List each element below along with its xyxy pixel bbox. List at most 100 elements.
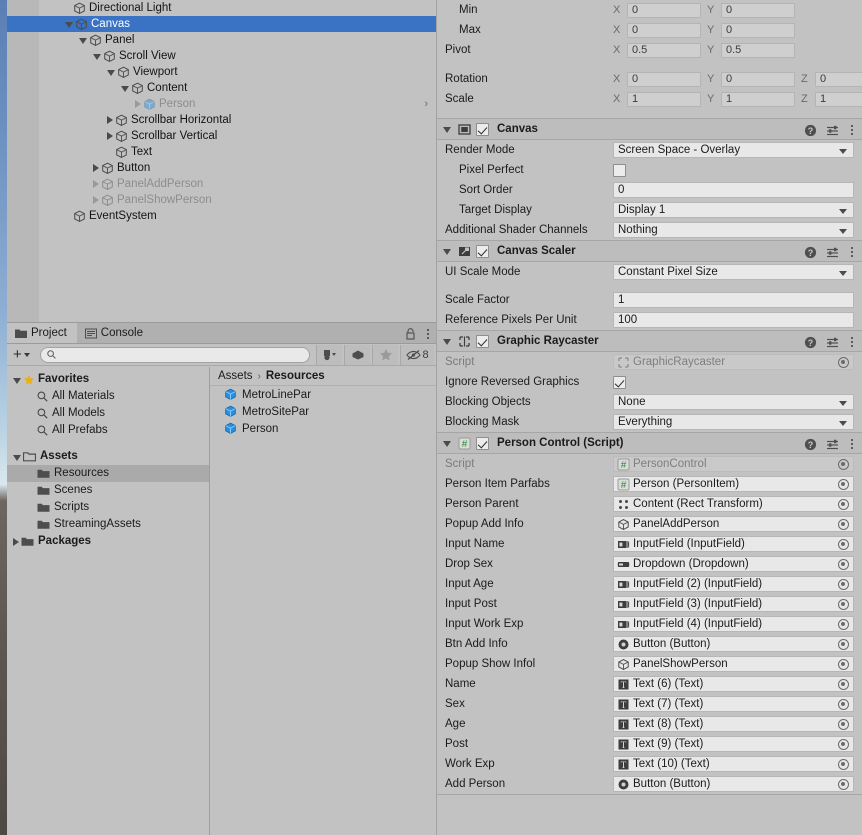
- component-menu-icon[interactable]: [848, 337, 856, 347]
- project-tree-item-assets[interactable]: Assets: [7, 448, 209, 465]
- property-row-age[interactable]: Age T Text (8) (Text): [437, 714, 862, 734]
- hierarchy-item-scrollbar-horizontal[interactable]: Scrollbar Horizontal: [7, 112, 436, 128]
- help-icon[interactable]: ?: [804, 124, 817, 137]
- expand-triangle-closed-icon[interactable]: [93, 164, 99, 172]
- tab-console[interactable]: Console: [77, 323, 153, 343]
- property-row-script[interactable]: Script # PersonControl: [437, 454, 862, 474]
- component-header-actions[interactable]: ?: [804, 331, 856, 353]
- vector-field-group[interactable]: X0Y0: [613, 2, 862, 18]
- property-dropdown[interactable]: Screen Space - Overlay: [613, 142, 854, 158]
- property-object-field[interactable]: # Person (PersonItem): [613, 476, 854, 492]
- property-row-rotation[interactable]: Rotation X 0 Y 0 Z 0: [437, 69, 862, 89]
- expand-triangle-open-icon[interactable]: [13, 377, 21, 384]
- property-dropdown[interactable]: Nothing: [613, 222, 854, 238]
- property-row-add-person[interactable]: Add Person Button (Button): [437, 774, 862, 794]
- breadcrumb[interactable]: Assets › Resources: [210, 367, 436, 386]
- expand-triangle-open-icon[interactable]: [443, 441, 451, 447]
- object-picker-icon[interactable]: [838, 559, 849, 570]
- project-panel[interactable]: Project Console + 8 Favorites All Materi…: [7, 322, 436, 835]
- project-tree-item-packages[interactable]: Packages: [7, 533, 209, 550]
- prefab-open-chevron-icon[interactable]: ›: [424, 96, 428, 112]
- object-picker-icon[interactable]: [838, 759, 849, 770]
- property-object-field[interactable]: GraphicRaycaster: [613, 354, 854, 370]
- preset-icon[interactable]: [826, 438, 839, 451]
- property-row-person-item-parfabs[interactable]: Person Item Parfabs # Person (PersonItem): [437, 474, 862, 494]
- property-row-post[interactable]: Post T Text (9) (Text): [437, 734, 862, 754]
- hierarchy-item-panelshowperson[interactable]: PanelShowPerson: [7, 192, 436, 208]
- property-row-name[interactable]: Name T Text (6) (Text): [437, 674, 862, 694]
- property-row-pivot[interactable]: Pivot X 0.5 Y 0.5: [437, 40, 862, 60]
- numeric-input-y[interactable]: 0: [721, 22, 795, 38]
- property-row-ignore-reversed-graphics[interactable]: Ignore Reversed Graphics: [437, 372, 862, 392]
- hierarchy-item-text[interactable]: Text: [7, 144, 436, 160]
- numeric-input-x[interactable]: 1: [627, 91, 701, 107]
- component-menu-icon[interactable]: [848, 125, 856, 135]
- property-object-field[interactable]: T Text (9) (Text): [613, 736, 854, 752]
- expand-triangle-open-icon[interactable]: [121, 86, 129, 92]
- property-object-field[interactable]: PanelAddPerson: [613, 516, 854, 532]
- object-picker-icon[interactable]: [838, 699, 849, 710]
- property-row-additional-shader-channels[interactable]: Additional Shader Channels Nothing: [437, 220, 862, 240]
- property-row-blocking-mask[interactable]: Blocking Mask Everything: [437, 412, 862, 432]
- vector-field-group[interactable]: X1Y1Z1: [613, 91, 862, 107]
- property-object-field[interactable]: InputField (4) (InputField): [613, 616, 854, 632]
- asset-item-person[interactable]: Person: [210, 420, 436, 437]
- help-icon[interactable]: ?: [804, 336, 817, 349]
- hierarchy-item-person[interactable]: Person ›: [7, 96, 436, 112]
- project-toolbar[interactable]: + 8: [7, 344, 436, 366]
- numeric-input-y[interactable]: 0: [721, 71, 795, 87]
- expand-triangle-open-icon[interactable]: [443, 249, 451, 255]
- numeric-input-x[interactable]: 0: [627, 22, 701, 38]
- component-menu-icon[interactable]: [848, 247, 856, 257]
- vector-field-group[interactable]: X0Y0Z0: [613, 71, 862, 87]
- property-row-max[interactable]: Max X 0 Y 0: [437, 20, 862, 40]
- property-text-input[interactable]: 1: [613, 292, 854, 308]
- project-tree-item-favorites[interactable]: Favorites: [7, 371, 209, 388]
- hierarchy-item-panel[interactable]: Panel: [7, 32, 436, 48]
- object-picker-icon[interactable]: [838, 639, 849, 650]
- object-picker-icon[interactable]: [838, 357, 849, 368]
- expand-triangle-closed-icon[interactable]: [107, 132, 113, 140]
- property-object-field[interactable]: T Text (6) (Text): [613, 676, 854, 692]
- property-row-blocking-objects[interactable]: Blocking Objects None: [437, 392, 862, 412]
- property-row-popup-show-infol[interactable]: Popup Show Infol PanelShowPerson: [437, 654, 862, 674]
- component-enabled-checkbox[interactable]: [476, 244, 489, 258]
- help-icon[interactable]: ?: [804, 438, 817, 451]
- component-header-actions[interactable]: ?: [804, 241, 856, 263]
- property-checkbox[interactable]: [613, 375, 626, 389]
- component-enabled-checkbox[interactable]: [476, 436, 489, 450]
- property-object-field[interactable]: Dropdown (Dropdown): [613, 556, 854, 572]
- property-row-drop-sex[interactable]: Drop Sex Dropdown (Dropdown): [437, 554, 862, 574]
- numeric-input-z[interactable]: 1: [815, 91, 862, 107]
- hierarchy-item-scroll-view[interactable]: Scroll View: [7, 48, 436, 64]
- expand-triangle-open-icon[interactable]: [65, 22, 73, 28]
- hierarchy-panel[interactable]: Directional Light Canvas Panel Scroll View V…: [7, 0, 436, 322]
- component-header-person-control-script[interactable]: # Person Control (Script)?: [437, 432, 862, 454]
- project-tree[interactable]: Favorites All Materials All Models All Pref…: [7, 367, 210, 835]
- property-row-render-mode[interactable]: Render Mode Screen Space - Overlay: [437, 140, 862, 160]
- breadcrumb-root[interactable]: Assets: [218, 370, 253, 382]
- property-row-popup-add-info[interactable]: Popup Add Info PanelAddPerson: [437, 514, 862, 534]
- property-row-min[interactable]: Min X 0 Y 0: [437, 0, 862, 20]
- property-text-input[interactable]: 100: [613, 312, 854, 328]
- project-tree-item-scripts[interactable]: Scripts: [7, 499, 209, 516]
- property-object-field[interactable]: InputField (2) (InputField): [613, 576, 854, 592]
- component-header-actions[interactable]: ?: [804, 119, 856, 141]
- object-picker-icon[interactable]: [838, 519, 849, 530]
- property-object-field[interactable]: PanelShowPerson: [613, 656, 854, 672]
- property-object-field[interactable]: InputField (3) (InputField): [613, 596, 854, 612]
- property-dropdown[interactable]: Everything: [613, 414, 854, 430]
- expand-triangle-closed-icon[interactable]: [13, 537, 19, 546]
- numeric-input-y[interactable]: 0: [721, 2, 795, 18]
- expand-triangle-closed-icon[interactable]: [93, 196, 99, 204]
- expand-triangle-open-icon[interactable]: [79, 38, 87, 44]
- hierarchy-item-button[interactable]: Button: [7, 160, 436, 176]
- expand-triangle-open-icon[interactable]: [93, 54, 101, 60]
- hierarchy-item-eventsystem[interactable]: EventSystem: [7, 208, 436, 224]
- property-row-pixel-perfect[interactable]: Pixel Perfect: [437, 160, 862, 180]
- expand-triangle-open-icon[interactable]: [13, 454, 21, 461]
- expand-triangle-open-icon[interactable]: [107, 70, 115, 76]
- property-row-sort-order[interactable]: Sort Order 0: [437, 180, 862, 200]
- property-dropdown[interactable]: None: [613, 394, 854, 410]
- property-dropdown[interactable]: Display 1: [613, 202, 854, 218]
